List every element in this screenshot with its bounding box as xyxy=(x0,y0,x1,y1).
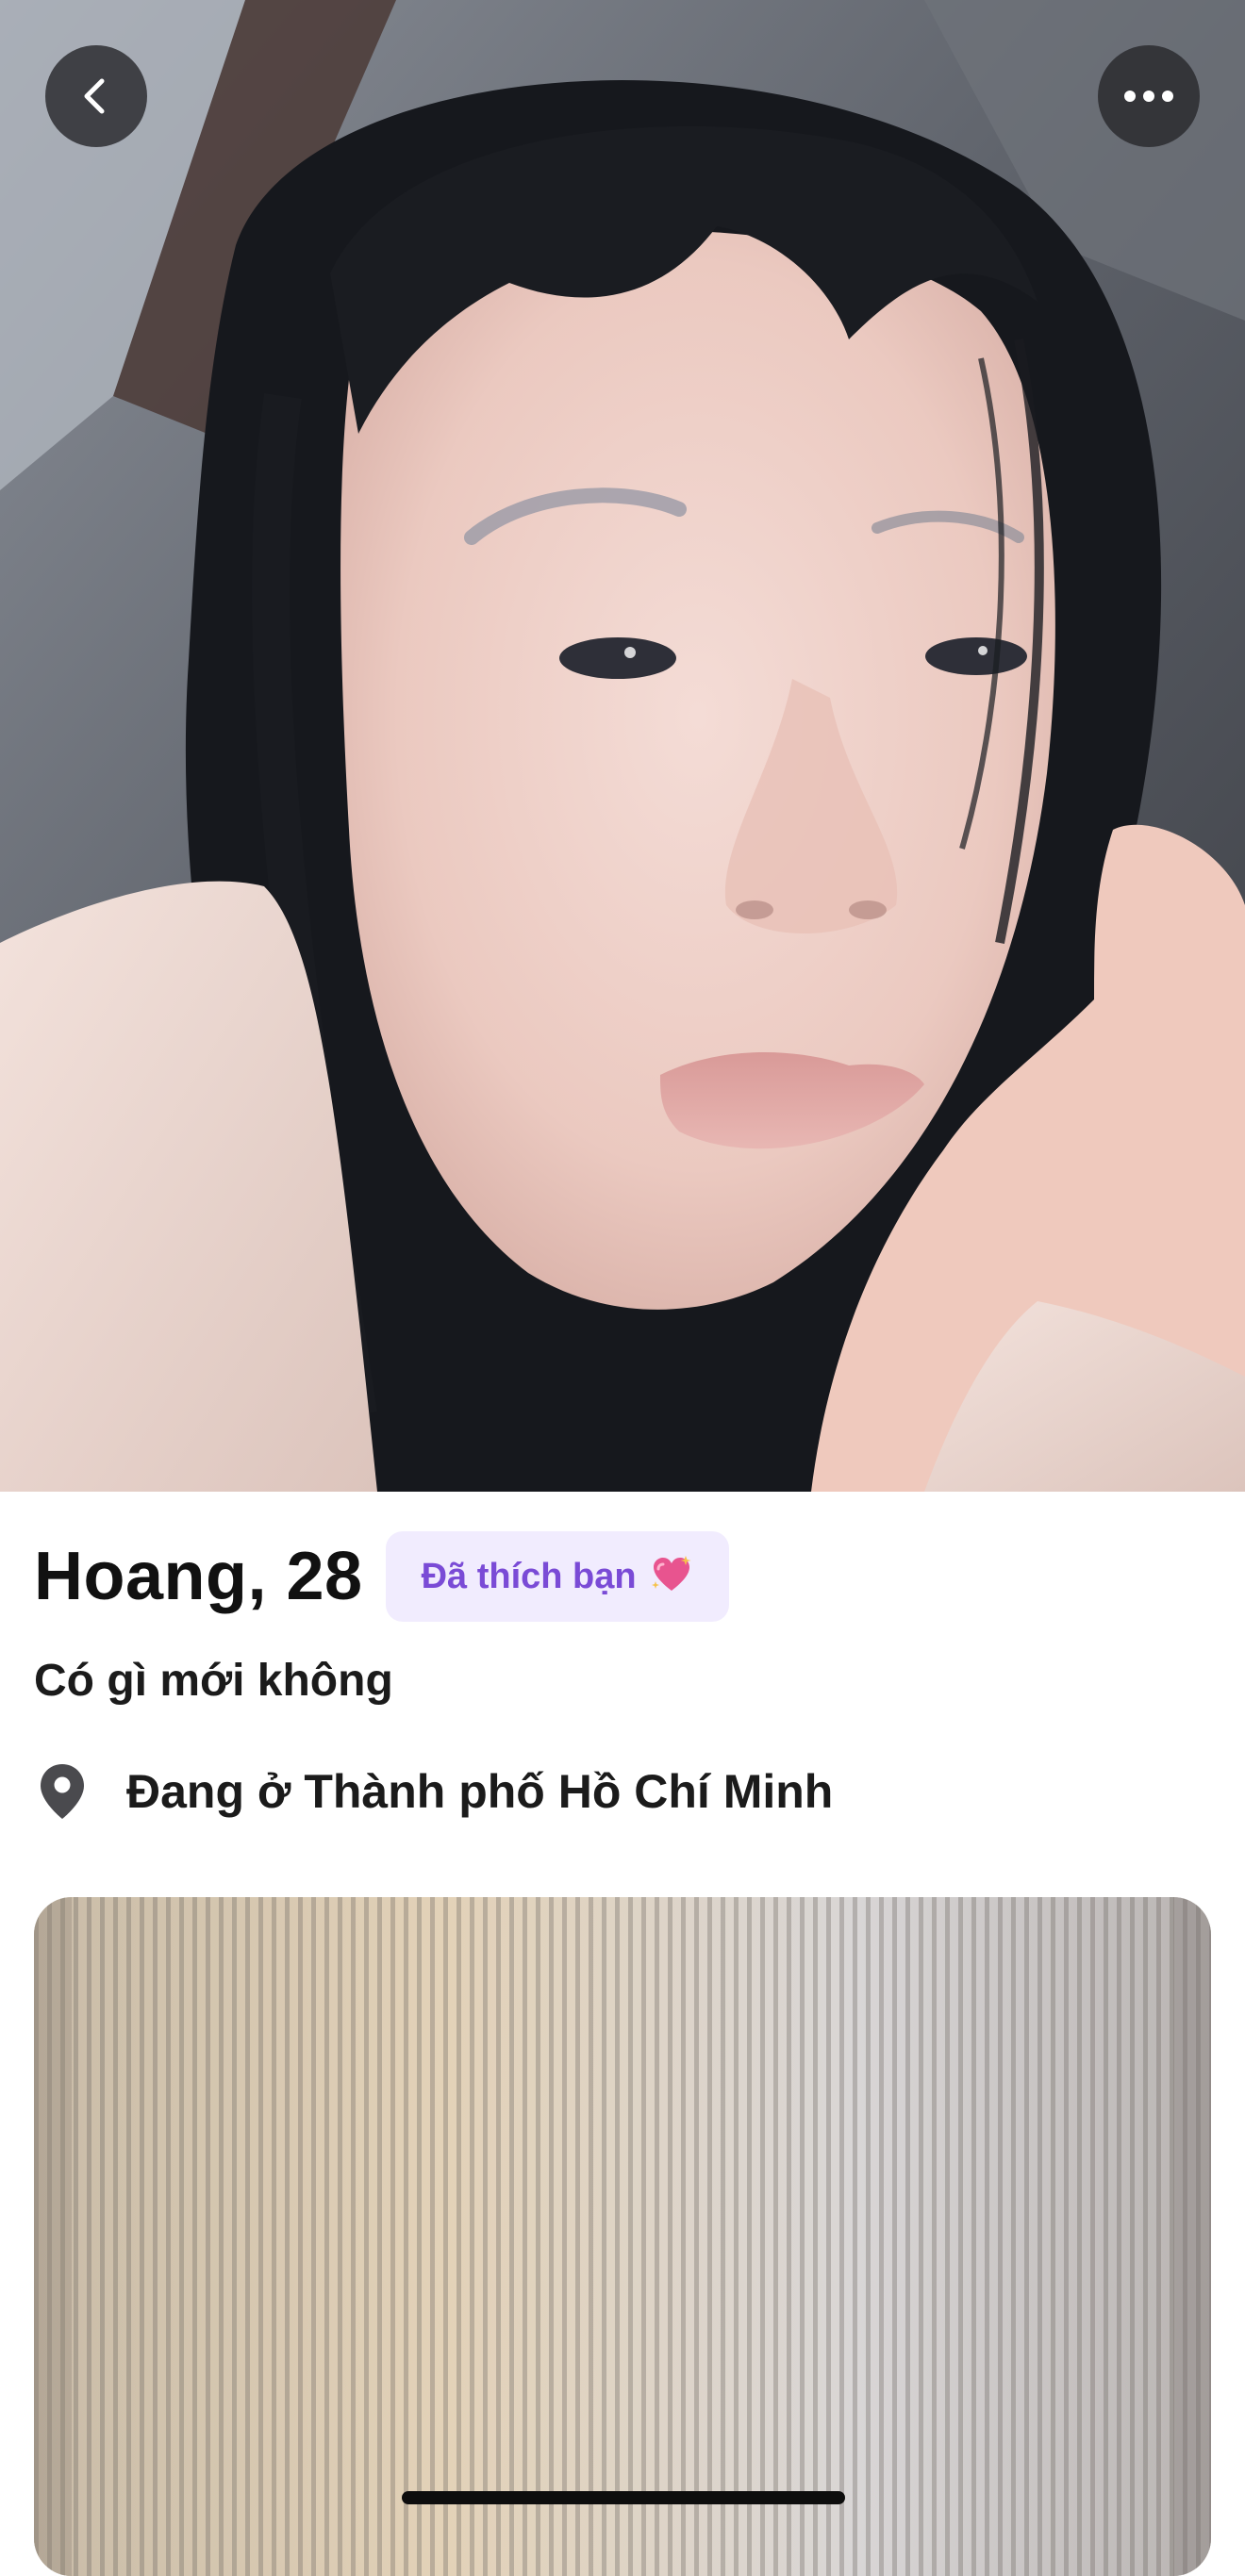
liked-you-badge-label: Đã thích bạn xyxy=(421,1556,637,1596)
profile-location: Đang ở Thành phố Hồ Chí Minh xyxy=(34,1756,833,1827)
chevron-left-icon xyxy=(84,78,105,114)
location-label: Đang ở Thành phố Hồ Chí Minh xyxy=(126,1765,834,1818)
back-button[interactable] xyxy=(45,45,147,147)
profile-photo-main[interactable] xyxy=(0,0,1245,1492)
profile-name-age: Hoang, 28 xyxy=(34,1539,363,1614)
profile-photo-secondary-image xyxy=(34,1897,1211,2576)
profile-status: Có gì mới không xyxy=(34,1656,393,1706)
profile-photo-secondary[interactable] xyxy=(34,1897,1211,2576)
ellipsis-icon xyxy=(1124,91,1173,102)
home-indicator[interactable] xyxy=(402,2491,845,2504)
map-pin-icon xyxy=(34,1759,91,1824)
profile-photo-image xyxy=(0,0,1245,1492)
more-options-button[interactable] xyxy=(1098,45,1200,147)
liked-you-badge: Đã thích bạn xyxy=(385,1531,729,1622)
heart-with-sparkles-icon xyxy=(650,1555,693,1599)
profile-header: Hoang, 28 Đã thích bạn xyxy=(34,1531,729,1622)
